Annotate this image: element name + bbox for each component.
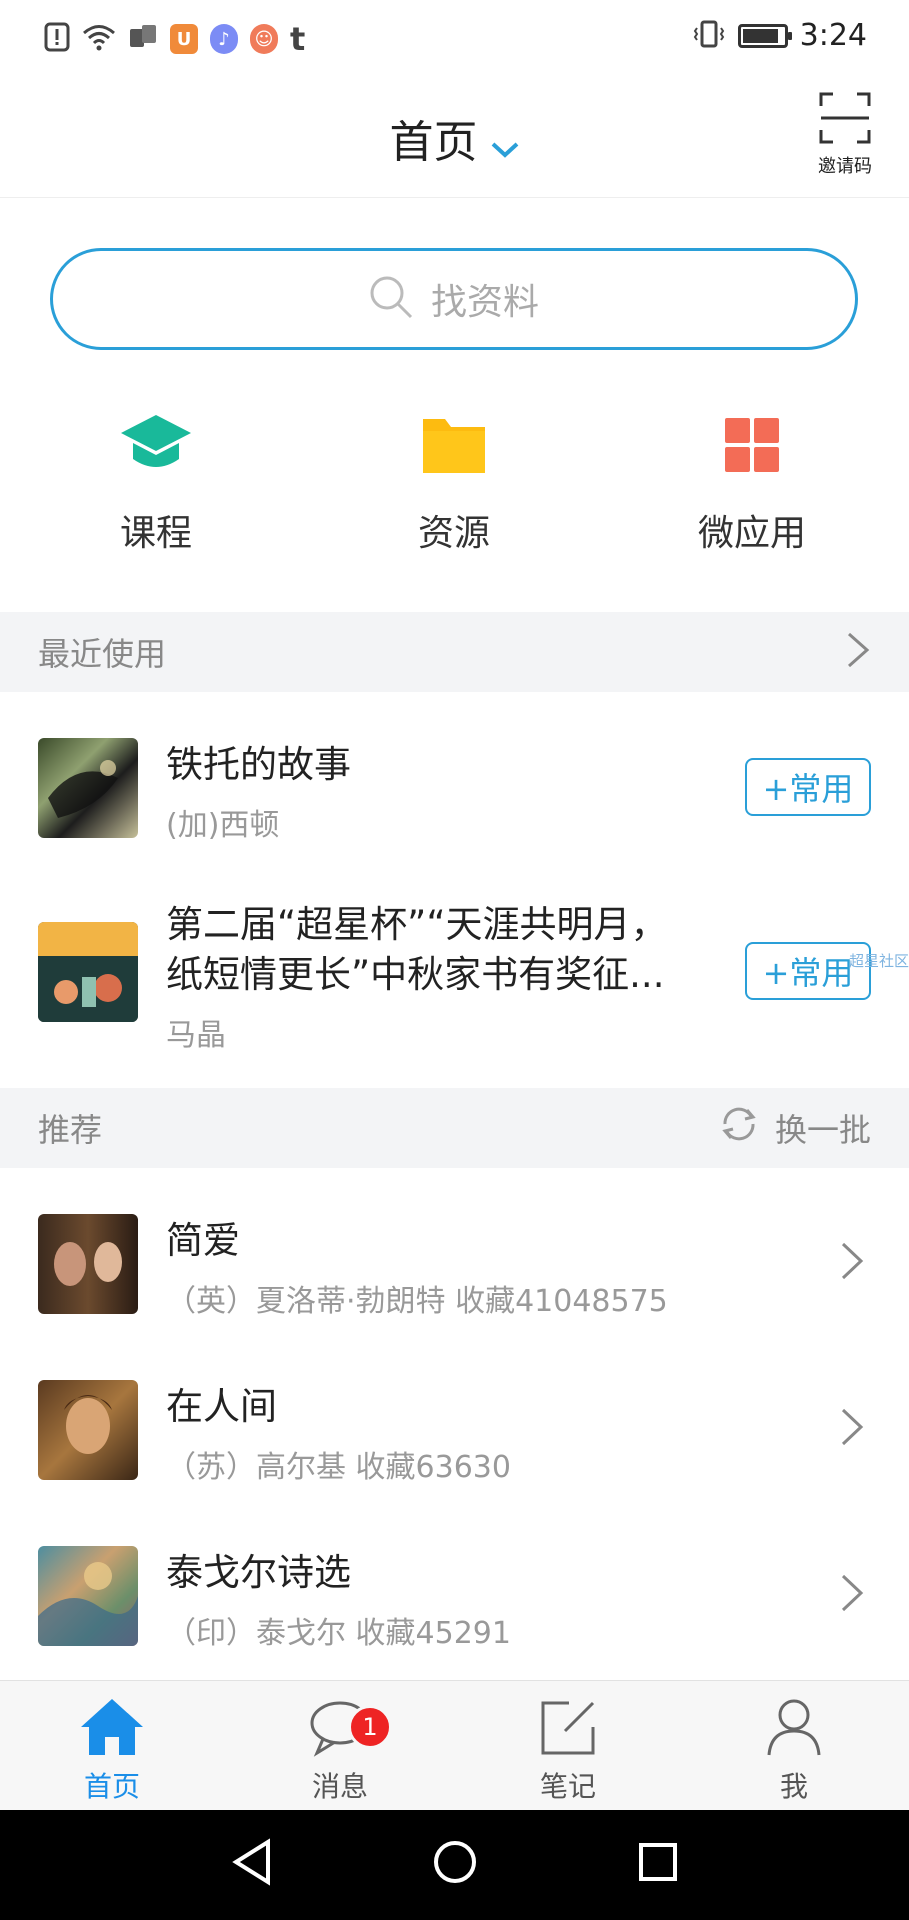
refresh-icon [717,1104,761,1152]
tab-home-label: 首页 [83,1770,140,1803]
sim-icon [128,23,158,55]
unread-badge: 1 [348,1705,392,1749]
item-author: （印）泰戈尔 收藏45291 [166,1616,511,1651]
home-title-dropdown[interactable]: 首页 [0,106,909,171]
tab-messages-label: 消息 [311,1770,368,1803]
music-icon: ♪ [210,24,238,54]
graduation-cap-icon [56,410,256,480]
system-navigation-bar [0,1810,909,1920]
item-author: (加)西顿 [166,808,280,843]
folder-icon [354,410,554,480]
home-circle-icon[interactable] [432,1838,478,1890]
micro-app-label: 微应用 [697,513,806,554]
chevron-right-icon [839,1406,865,1452]
edit-note-icon [535,1701,601,1761]
app-icon: ☺ [250,24,278,54]
home-icon [79,1699,145,1761]
item-title-line1: 第二届“超星杯”“天涯共明月， [166,903,668,946]
uc-browser-icon: U [170,24,198,54]
refresh-label: 换一批 [774,1111,871,1149]
list-item[interactable]: 在人间 （苏）高尔基 收藏63630 [0,1334,909,1500]
chevron-down-icon [490,120,520,171]
clock: 3:24 [799,18,867,53]
book-cover-image [38,1380,138,1480]
book-cover-image [38,738,138,838]
refresh-button[interactable]: 换一批 [717,1104,871,1152]
grid-apps-icon [652,410,852,480]
tumblr-icon: t [290,20,306,58]
item-title-line2: 纸短情更长”中秋家书有奖征... [166,953,665,996]
resource-label: 资源 [417,513,490,554]
scan-icon [819,92,871,148]
item-author: 马晶 [166,1018,226,1053]
micro-app-button[interactable]: 微应用 [652,410,852,556]
battery-icon [737,23,792,48]
course-button[interactable]: 课程 [56,410,256,556]
quick-actions: 课程 资源 微应用 [0,410,909,560]
recents-square-icon[interactable] [636,1838,680,1890]
list-item[interactable]: 铁托的故事 (加)西顿 +常用 [0,692,909,862]
vibrate-icon [692,20,726,52]
page-title: 首页 [389,117,478,168]
status-bar: U ♪ ☺ t 3:24 [0,0,909,76]
back-icon[interactable] [230,1838,274,1890]
alert-icon [44,22,70,56]
search-input[interactable]: 找资料 [50,248,858,350]
item-title: 在人间 [166,1385,277,1428]
resource-button[interactable]: 资源 [354,410,554,556]
app-header: 首页 邀请码 [0,76,909,198]
item-title: 简爱 [166,1219,240,1262]
course-label: 课程 [119,513,192,554]
tab-me-label: 我 [779,1770,808,1803]
search-icon [369,275,413,323]
chevron-right-icon [839,1240,865,1286]
recommend-section-title: 推荐 [38,1111,103,1149]
chevron-right-icon [845,630,871,674]
tab-me[interactable]: 我 [734,1697,854,1805]
item-author: （苏）高尔基 收藏63630 [166,1450,511,1485]
notification-icons: U ♪ ☺ t [44,20,305,58]
list-item[interactable]: 泰戈尔诗选 （印）泰戈尔 收藏45291 [0,1500,909,1680]
tab-messages[interactable]: 1 消息 [280,1697,400,1805]
item-title: 泰戈尔诗选 [166,1551,351,1594]
list-item[interactable]: 第二届“超星杯”“天涯共明月， 纸短情更长”中秋家书有奖征... 马晶 +常用 [0,882,909,1082]
recent-section-header[interactable]: 最近使用 [0,612,909,692]
tab-notes[interactable]: 笔记 [508,1697,628,1805]
book-cover-image [38,1214,138,1314]
invite-code-label: 邀请码 [818,156,872,177]
invite-code-button[interactable]: 邀请码 [813,92,877,178]
search-placeholder: 找资料 [430,282,539,323]
recommend-section-header: 推荐 换一批 [0,1088,909,1168]
watermark-text: 超星社区 [848,952,909,970]
item-author: （英）夏洛蒂·勃朗特 收藏41048575 [166,1284,668,1319]
user-icon [761,1699,827,1761]
list-item[interactable]: 简爱 （英）夏洛蒂·勃朗特 收藏41048575 [0,1168,909,1334]
add-favorite-button[interactable]: +常用 [745,758,871,816]
item-title: 铁托的故事 [166,743,351,786]
wifi-icon [82,23,116,55]
tab-notes-label: 笔记 [539,1770,596,1803]
book-cover-image [38,1546,138,1646]
book-cover-image [38,922,138,1022]
recent-section-title: 最近使用 [38,635,167,673]
tab-home[interactable]: 首页 [52,1697,172,1805]
chevron-right-icon [839,1572,865,1618]
bottom-tab-bar: 首页 1 消息 笔记 我 [0,1680,909,1810]
